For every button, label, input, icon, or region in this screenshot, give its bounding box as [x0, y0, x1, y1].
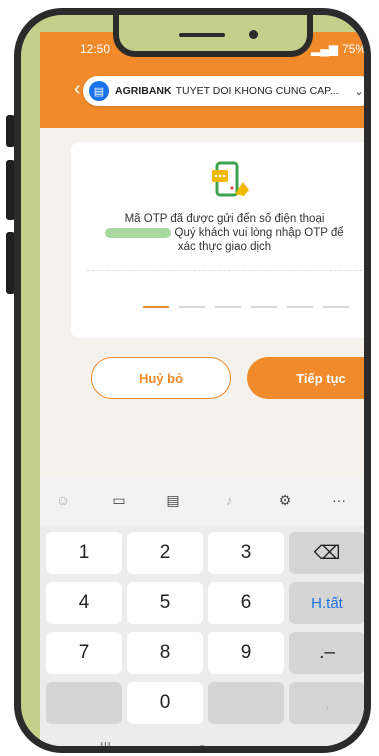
nav-bar: ||| ○ ⌄ ▦ — [40, 735, 364, 746]
otp-message-line2: Quý khách vui lòng nhập OTP để — [174, 227, 344, 239]
key-5[interactable]: 5 — [127, 582, 203, 624]
signal-icon: ▂▄▆ — [311, 42, 338, 56]
key-6[interactable]: 6 — [208, 582, 284, 624]
key-8[interactable]: 8 — [127, 632, 203, 674]
keyboard-toolbar: ☺ ▭ ▤ ♪ ⚙ ··· — [40, 478, 364, 526]
otp-input[interactable] — [143, 306, 349, 308]
key-1[interactable]: 1 — [46, 532, 122, 574]
site-name: AGRIBANK — [115, 85, 172, 97]
otp-digit-6[interactable] — [323, 306, 349, 308]
otp-phone-icon — [212, 161, 249, 197]
otp-digit-3[interactable] — [215, 306, 241, 308]
site-icon: ▤ — [89, 81, 109, 101]
numeric-keypad: 1 2 3 ⌫ 4 5 6 H.tất 7 8 9 .– 0 , — [40, 526, 364, 742]
battery-icon — [370, 43, 371, 55]
site-title: TUYET DOI KHONG CUNG CAP... — [175, 85, 339, 97]
camera — [249, 30, 258, 39]
otp-message-line3: xác thực giao dịch — [177, 241, 272, 253]
divider — [87, 270, 362, 271]
speaker — [179, 33, 225, 37]
empty-key-2 — [208, 682, 284, 724]
keyboard-icon[interactable]: ▤ — [162, 492, 184, 509]
more-icon[interactable]: ··· — [328, 492, 350, 508]
otp-message: Mã OTP đã được gửi đến số điện thoại Quý… — [71, 212, 364, 254]
clipboard-icon[interactable]: ▭ — [108, 492, 130, 509]
otp-message-line1: Mã OTP đã được gửi đến số điện thoại — [124, 213, 325, 225]
phone-number-mask — [105, 227, 172, 238]
continue-button[interactable]: Tiếp tục — [247, 357, 364, 399]
status-right: ▂▄▆ 75% — [311, 42, 371, 56]
emoji-icon[interactable]: ☺ — [52, 492, 74, 508]
screen: 12:50 ▂▄▆ 75% ‹ ▤ AGRIBANK TUYET DOI KHO… — [40, 32, 371, 746]
url-bar[interactable]: ▤ AGRIBANK TUYET DOI KHONG CUNG CAP... ⌄ — [83, 76, 364, 106]
phone-frame: 12:50 ▂▄▆ 75% ‹ ▤ AGRIBANK TUYET DOI KHO… — [14, 8, 371, 753]
comma-key[interactable]: , — [289, 682, 364, 724]
otp-digit-5[interactable] — [287, 306, 313, 308]
backspace-icon: ⌫ — [313, 542, 341, 564]
chevron-down-icon[interactable]: ⌄ — [349, 85, 364, 98]
otp-digit-4[interactable] — [251, 306, 277, 308]
otp-digit-2[interactable] — [179, 306, 205, 308]
notch — [113, 15, 313, 57]
key-2[interactable]: 2 — [127, 532, 203, 574]
battery-percent: 75% — [341, 42, 366, 56]
cancel-button[interactable]: Huỷ bỏ — [91, 357, 231, 399]
key-3[interactable]: 3 — [208, 532, 284, 574]
key-4[interactable]: 4 — [46, 582, 122, 624]
back-icon[interactable]: ⌄ — [290, 739, 302, 746]
otp-digit-1[interactable] — [143, 306, 169, 308]
status-time: 12:50 — [80, 42, 111, 56]
backspace-key[interactable]: ⌫ — [289, 532, 364, 574]
empty-key — [46, 682, 122, 724]
done-key[interactable]: H.tất — [289, 582, 364, 624]
dot-dash-key[interactable]: .– — [289, 632, 364, 674]
key-7[interactable]: 7 — [46, 632, 122, 674]
key-0[interactable]: 0 — [127, 682, 203, 724]
back-arrow-icon[interactable]: ‹ — [74, 78, 81, 101]
recents-icon[interactable]: ||| — [100, 739, 111, 746]
header: ‹ ▤ AGRIBANK TUYET DOI KHONG CUNG CAP...… — [40, 64, 364, 128]
home-icon[interactable]: ○ — [198, 739, 206, 746]
keyboard-hide-icon[interactable]: ▦ — [342, 743, 351, 746]
otp-card: Mã OTP đã được gửi đến số điện thoại Quý… — [71, 142, 364, 338]
key-9[interactable]: 9 — [208, 632, 284, 674]
mic-icon[interactable]: ♪ — [218, 492, 240, 508]
gear-icon[interactable]: ⚙ — [274, 492, 296, 509]
